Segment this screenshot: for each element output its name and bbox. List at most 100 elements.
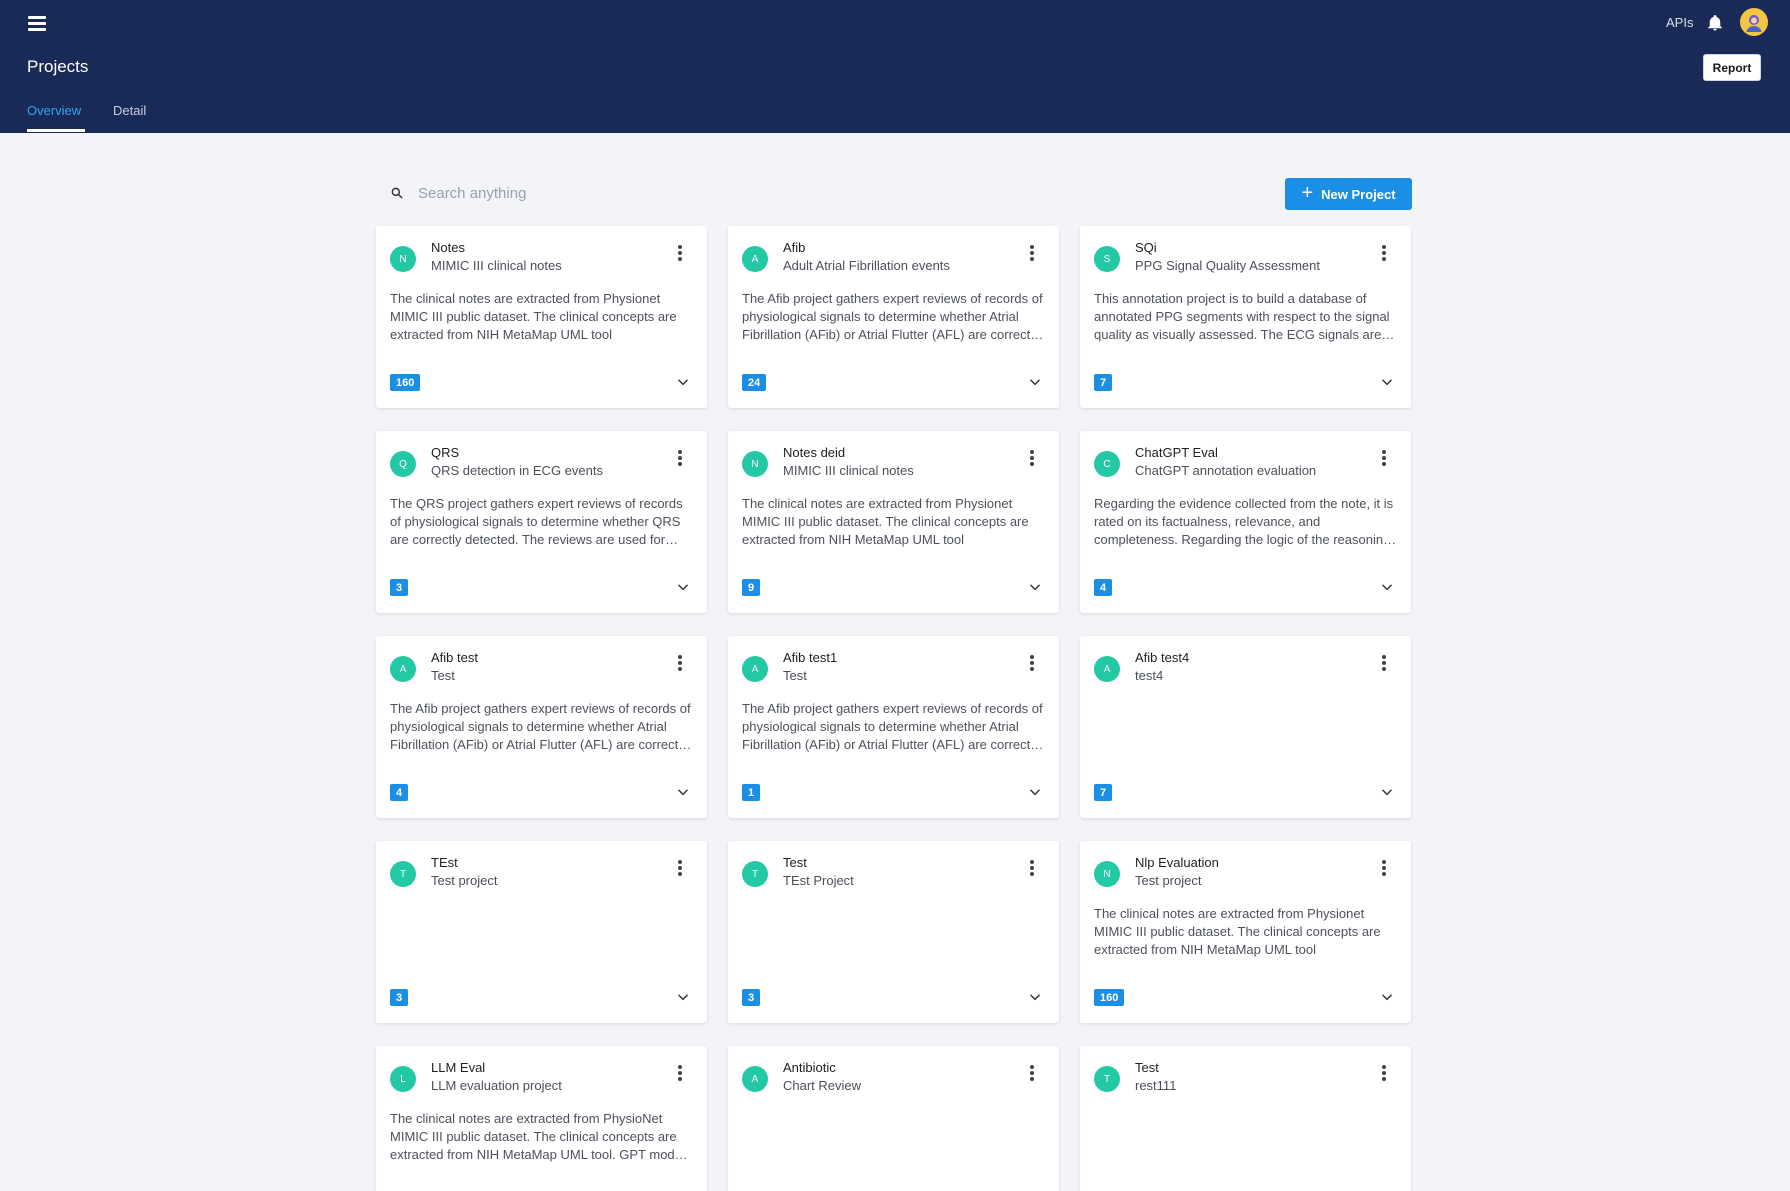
- search-input[interactable]: [418, 184, 738, 202]
- chevron-down-icon[interactable]: [676, 990, 690, 1004]
- project-card[interactable]: A Afib Adult Atrial Fibrillation events …: [728, 226, 1059, 408]
- project-initial-avatar: C: [1094, 451, 1120, 477]
- project-subtitle: Chart Review: [783, 1078, 862, 1093]
- project-title: QRS: [431, 445, 460, 460]
- bell-icon[interactable]: [1706, 13, 1724, 33]
- chevron-down-icon[interactable]: [1028, 990, 1042, 1004]
- more-options-icon[interactable]: [1028, 860, 1036, 878]
- project-description: The Afib project gathers expert reviews …: [390, 701, 691, 752]
- chevron-down-icon[interactable]: [1028, 375, 1042, 389]
- tab-detail[interactable]: Detail: [113, 103, 146, 118]
- project-subtitle: PPG Signal Quality Assessment: [1135, 258, 1320, 273]
- project-card[interactable]: A Afib test4 test4 7: [1080, 636, 1411, 818]
- project-count-badge: 3: [390, 579, 409, 596]
- project-card[interactable]: L LLM Eval LLM evaluation project The cl…: [376, 1046, 707, 1191]
- more-options-icon[interactable]: [1028, 655, 1036, 673]
- project-count-badge: 160: [390, 374, 421, 391]
- more-options-icon[interactable]: [676, 245, 684, 263]
- more-options-icon[interactable]: [676, 860, 684, 878]
- project-subtitle: TEst Project: [783, 873, 854, 888]
- project-card[interactable]: T Test TEst Project 3: [728, 841, 1059, 1023]
- hamburger-menu-icon[interactable]: [27, 14, 49, 32]
- project-subtitle: Test: [431, 668, 455, 683]
- project-count-badge: 4: [390, 784, 409, 801]
- project-initial-avatar: A: [742, 1066, 768, 1092]
- project-description: The Afib project gathers expert reviews …: [742, 701, 1043, 752]
- project-subtitle: rest111: [1135, 1078, 1177, 1093]
- report-button[interactable]: Report: [1703, 54, 1761, 81]
- more-options-icon[interactable]: [676, 655, 684, 673]
- project-card[interactable]: N Notes MIMIC III clinical notes The cli…: [376, 226, 707, 408]
- project-card[interactable]: N Nlp Evaluation Test project The clinic…: [1080, 841, 1411, 1023]
- project-count-badge: 4: [1094, 579, 1113, 596]
- active-tab-indicator: [27, 129, 85, 132]
- project-initial-avatar: T: [742, 861, 768, 887]
- project-description: This annotation project is to build a da…: [1094, 291, 1390, 342]
- user-avatar[interactable]: [1740, 8, 1768, 36]
- project-subtitle: QRS detection in ECG events: [431, 463, 603, 478]
- project-card[interactable]: T TEst Test project 3: [376, 841, 707, 1023]
- user-avatar-icon: [1742, 10, 1766, 34]
- project-card[interactable]: C ChatGPT Eval ChatGPT annotation evalua…: [1080, 431, 1411, 613]
- project-description: The clinical notes are extracted from Ph…: [390, 1111, 692, 1162]
- page-title: Projects: [27, 57, 89, 76]
- project-card[interactable]: A Antibiotic Chart Review: [728, 1046, 1059, 1191]
- project-card[interactable]: A Afib test1 Test The Afib project gathe…: [728, 636, 1059, 818]
- project-card[interactable]: S SQi PPG Signal Quality Assessment This…: [1080, 226, 1411, 408]
- more-options-icon[interactable]: [1380, 860, 1388, 878]
- more-options-icon[interactable]: [676, 1065, 684, 1083]
- project-card[interactable]: T Test rest111: [1080, 1046, 1411, 1191]
- more-options-icon[interactable]: [1028, 1065, 1036, 1083]
- project-initial-avatar: Q: [390, 451, 416, 477]
- project-initial-avatar: A: [1094, 656, 1120, 682]
- project-description: The clinical notes are extracted from Ph…: [742, 496, 1029, 547]
- plus-icon: +: [1301, 182, 1314, 204]
- project-count-badge: 3: [390, 989, 409, 1006]
- project-initial-avatar: S: [1094, 246, 1120, 272]
- chevron-down-icon[interactable]: [1380, 990, 1394, 1004]
- project-subtitle: Adult Atrial Fibrillation events: [783, 258, 950, 273]
- project-subtitle: LLM evaluation project: [431, 1078, 562, 1093]
- project-subtitle: MIMIC III clinical notes: [431, 258, 562, 273]
- project-title: Afib test1: [783, 650, 838, 665]
- chevron-down-icon[interactable]: [1380, 375, 1394, 389]
- project-subtitle: Test: [783, 668, 807, 683]
- project-subtitle: ChatGPT annotation evaluation: [1135, 463, 1317, 478]
- project-initial-avatar: L: [390, 1066, 416, 1092]
- project-initial-avatar: A: [742, 246, 768, 272]
- project-description: The clinical notes are extracted from Ph…: [1094, 906, 1381, 957]
- chevron-down-icon[interactable]: [676, 580, 690, 594]
- search-icon[interactable]: [390, 186, 404, 200]
- project-initial-avatar: N: [1094, 861, 1120, 887]
- project-initial-avatar: A: [390, 656, 416, 682]
- project-subtitle: MIMIC III clinical notes: [783, 463, 914, 478]
- more-options-icon[interactable]: [1380, 655, 1388, 673]
- project-count-badge: 9: [742, 579, 761, 596]
- tab-overview[interactable]: Overview: [27, 103, 81, 118]
- chevron-down-icon[interactable]: [1380, 785, 1394, 799]
- search-bar: [376, 178, 776, 208]
- project-card[interactable]: Q QRS QRS detection in ECG events The QR…: [376, 431, 707, 613]
- chevron-down-icon[interactable]: [1028, 580, 1042, 594]
- new-project-button[interactable]: + New Project: [1285, 178, 1412, 210]
- more-options-icon[interactable]: [1028, 245, 1036, 263]
- project-title: TEst: [431, 855, 458, 870]
- apis-link[interactable]: APIs: [1666, 15, 1693, 30]
- more-options-icon[interactable]: [1380, 245, 1388, 263]
- project-title: Afib test: [431, 650, 478, 665]
- chevron-down-icon[interactable]: [1380, 580, 1394, 594]
- project-title: Notes deid: [783, 445, 846, 460]
- project-initial-avatar: T: [1094, 1066, 1120, 1092]
- project-title: Notes: [431, 240, 465, 255]
- chevron-down-icon[interactable]: [676, 375, 690, 389]
- project-card[interactable]: A Afib test Test The Afib project gather…: [376, 636, 707, 818]
- more-options-icon[interactable]: [1380, 450, 1388, 468]
- project-title: Antibiotic: [783, 1060, 836, 1075]
- project-count-badge: 7: [1094, 784, 1113, 801]
- more-options-icon[interactable]: [1028, 450, 1036, 468]
- chevron-down-icon[interactable]: [1028, 785, 1042, 799]
- more-options-icon[interactable]: [676, 450, 684, 468]
- project-card[interactable]: N Notes deid MIMIC III clinical notes Th…: [728, 431, 1059, 613]
- chevron-down-icon[interactable]: [676, 785, 690, 799]
- more-options-icon[interactable]: [1380, 1065, 1388, 1083]
